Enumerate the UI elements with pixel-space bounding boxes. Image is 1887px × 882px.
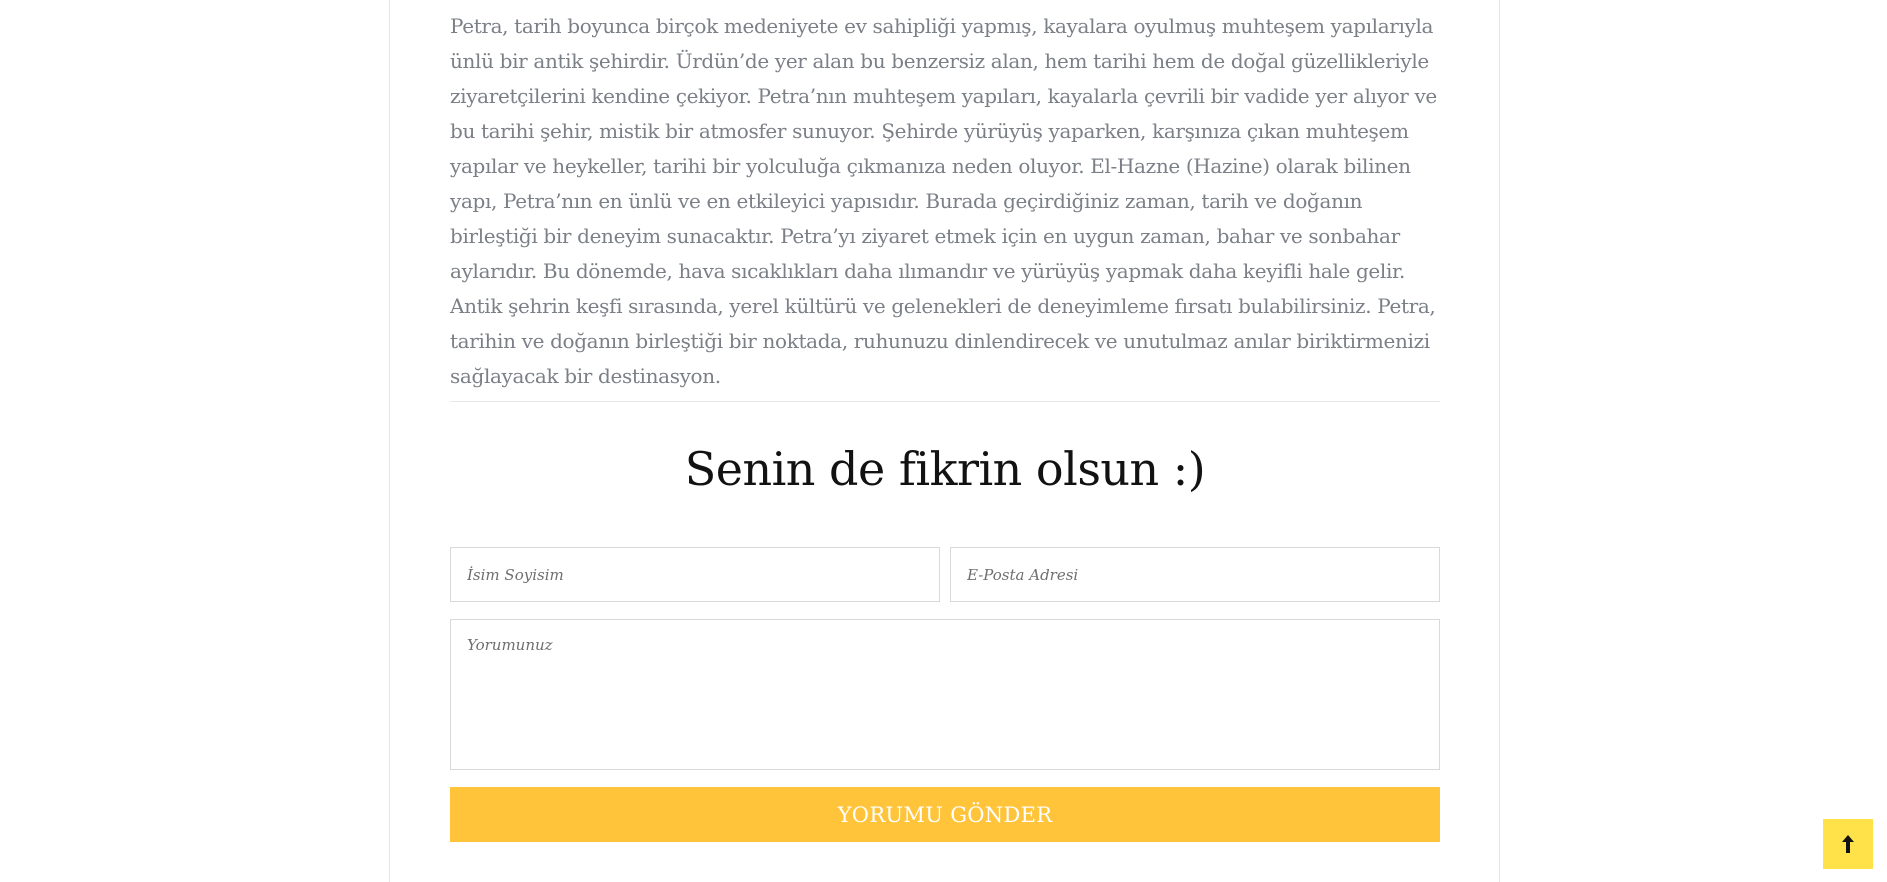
page: Petra, tarih boyunca birçok medeniyete e… (0, 0, 1887, 882)
name-surname-input[interactable] (450, 547, 940, 602)
article-paragraph: Petra, tarih boyunca birçok medeniyete e… (450, 14, 1437, 388)
submit-comment-button[interactable]: YORUMU GÖNDER (450, 787, 1440, 842)
email-input[interactable] (950, 547, 1440, 602)
comment-textarea[interactable] (450, 619, 1440, 770)
comment-form-title: Senin de fikrin olsun :) (684, 442, 1206, 496)
section-divider (450, 401, 1440, 402)
article-content-card: Petra, tarih boyunca birçok medeniyete e… (389, 0, 1500, 882)
scroll-top-button[interactable] (1823, 819, 1873, 869)
arrow-up-icon (1842, 835, 1854, 853)
article-inner: Petra, tarih boyunca birçok medeniyete e… (450, 0, 1440, 842)
